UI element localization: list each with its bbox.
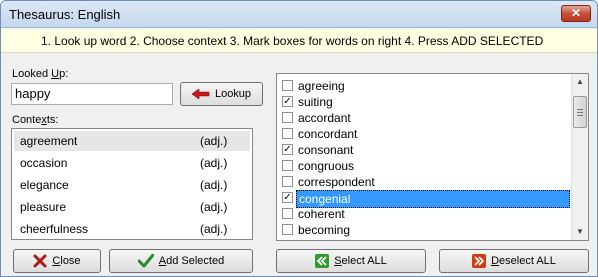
deselect-all-button[interactable]: Deselect ALL — [439, 249, 589, 273]
context-word: agreement — [20, 134, 78, 148]
synonym-item[interactable]: congruous — [278, 158, 570, 174]
context-part-of-speech: (adj.) — [200, 134, 228, 148]
scroll-down-icon[interactable]: ▼ — [572, 224, 588, 240]
vertical-scrollbar[interactable]: ▲ ▼ — [571, 74, 588, 240]
synonym-word: correspondent — [298, 175, 375, 189]
window-title: Thesaurus: English — [9, 7, 121, 22]
deselect-all-label: Deselect ALL — [491, 255, 556, 267]
context-word: pleasure — [20, 200, 67, 214]
context-part-of-speech: (adj.) — [200, 222, 228, 236]
context-item[interactable]: pleasure (adj.) — [14, 197, 250, 217]
select-all-button[interactable]: Select ALL — [276, 249, 426, 273]
synonym-item[interactable]: agreeing — [278, 78, 570, 94]
checkbox[interactable] — [282, 80, 293, 91]
synonym-word: agreeing — [298, 79, 345, 93]
context-item[interactable]: elegance (adj.) — [14, 175, 250, 195]
window-close-button[interactable]: ✕ — [561, 5, 591, 22]
synonym-item[interactable]: concordant — [278, 126, 570, 142]
context-item[interactable]: cheerfulness (adj.) — [14, 219, 250, 239]
synonym-item[interactable]: ✓ suiting — [278, 94, 570, 110]
scroll-thumb[interactable] — [573, 96, 587, 128]
close-x-icon: ✕ — [570, 6, 582, 20]
checkbox[interactable] — [282, 160, 293, 171]
checkbox[interactable] — [282, 208, 293, 219]
context-part-of-speech: (adj.) — [200, 178, 228, 192]
synonym-item[interactable]: ✓ consonant — [278, 142, 570, 158]
lookup-button[interactable]: Lookup — [180, 82, 263, 106]
checked-checkbox[interactable]: ✓ — [282, 96, 293, 107]
synonym-word: suiting — [298, 95, 333, 109]
synonym-word: coherent — [298, 207, 345, 221]
close-button-label: Close — [52, 255, 81, 267]
synonyms-list[interactable]: agreeing ✓ suiting accordant concordant ✓ cons… — [276, 73, 589, 241]
looked-up-label: Looked Up: — [12, 68, 69, 80]
looked-up-input[interactable]: happy — [11, 83, 173, 105]
synonym-word: concordant — [298, 127, 358, 141]
context-word: elegance — [20, 178, 69, 192]
green-checkmark-icon — [137, 254, 154, 268]
synonym-item[interactable]: becoming — [278, 222, 570, 238]
title-bar[interactable]: Thesaurus: English ✕ — [1, 1, 597, 28]
checked-checkbox[interactable]: ✓ — [282, 192, 293, 203]
checkbox[interactable] — [282, 112, 293, 123]
left-arrow-icon — [191, 89, 210, 99]
contexts-label: Contexts: — [12, 114, 59, 126]
double-left-arrow-icon — [315, 254, 330, 268]
synonyms-items: agreeing ✓ suiting accordant concordant ✓ cons… — [278, 78, 570, 238]
synonym-item[interactable]: ✓ congenial — [278, 190, 570, 208]
synonym-item[interactable]: accordant — [278, 110, 570, 126]
checkbox[interactable] — [282, 176, 293, 187]
add-selected-label: Add Selected — [158, 255, 225, 267]
synonym-item[interactable]: correspondent — [278, 174, 570, 190]
select-all-label: Select ALL — [334, 255, 387, 267]
thesaurus-window: Thesaurus: English ✕ 1. Look up word 2. … — [0, 0, 598, 277]
double-right-arrow-icon — [472, 254, 487, 268]
synonym-word: consonant — [298, 143, 354, 157]
context-word: occasion — [20, 156, 68, 170]
contexts-list[interactable]: agreement (adj.) occasion (adj.) elegance (ad… — [11, 128, 253, 240]
close-button[interactable]: Close — [13, 249, 101, 273]
context-item[interactable]: occasion (adj.) — [14, 153, 250, 173]
red-x-icon — [33, 254, 47, 268]
synonym-item[interactable]: coherent — [278, 206, 570, 222]
checked-checkbox[interactable]: ✓ — [282, 144, 293, 155]
instructions-bar: 1. Look up word 2. Choose context 3. Mar… — [1, 29, 597, 53]
scroll-up-icon[interactable]: ▲ — [572, 74, 588, 90]
synonym-word: becoming — [298, 223, 351, 237]
add-selected-button[interactable]: Add Selected — [109, 249, 253, 273]
synonym-word: accordant — [298, 111, 351, 125]
synonym-word: congruous — [298, 159, 355, 173]
lookup-button-label: Lookup — [214, 88, 252, 100]
context-word: cheerfulness — [20, 222, 89, 236]
context-part-of-speech: (adj.) — [200, 156, 228, 170]
context-part-of-speech: (adj.) — [200, 200, 228, 214]
checkbox[interactable] — [282, 224, 293, 235]
checkbox[interactable] — [282, 128, 293, 139]
context-item[interactable]: agreement (adj.) — [14, 131, 250, 151]
